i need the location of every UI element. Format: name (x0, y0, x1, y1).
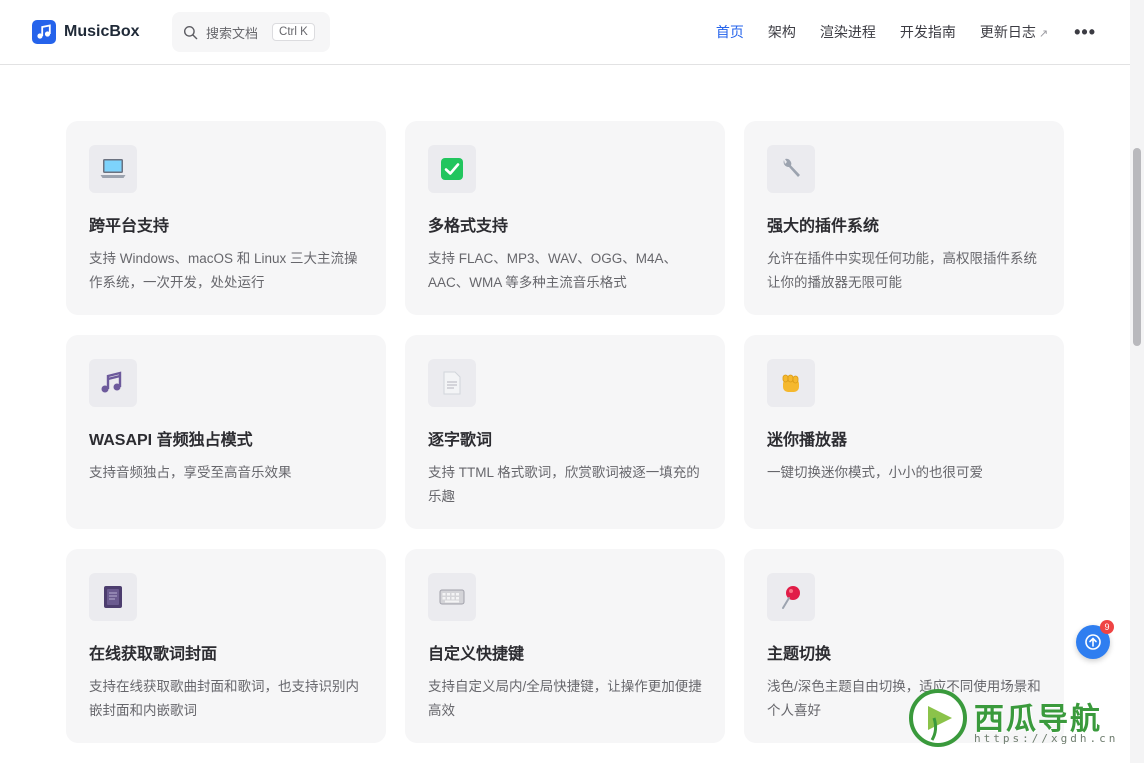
feature-card[interactable]: 逐字歌词 支持 TTML 格式歌词，欣赏歌词被逐一填充的乐趣 (405, 335, 725, 529)
search-button[interactable]: 搜索文档 Ctrl K (172, 12, 330, 52)
nav-item-changelog-label: 更新日志 (979, 24, 1036, 40)
nav-item-changelog[interactable]: 更新日志 ↗ (980, 22, 1048, 42)
laptop-icon (89, 145, 137, 193)
feature-title: 主题切换 (767, 646, 832, 663)
feature-card[interactable]: WASAPI 音频独占模式 支持音频独占，享受至高音乐效果 (66, 335, 386, 529)
feature-description: 支持音频独占，享受至高音乐效果 (89, 465, 292, 480)
upload-icon (1085, 634, 1101, 650)
search-icon (183, 25, 198, 39)
feature-description: 支持在线获取歌曲封面和歌词，也支持识别内嵌封面和内嵌歌词 (89, 679, 359, 718)
feature-description: 一键切换迷你模式，小小的也很可爱 (767, 465, 983, 480)
check-icon (428, 145, 476, 193)
nav-item-dev-guide[interactable]: 开发指南 (900, 22, 956, 42)
nav-menu: 首页 架构 渲染进程 开发指南 更新日志 ↗ ••• (716, 0, 1096, 64)
feature-description: 支持 TTML 格式歌词，欣赏歌词被逐一填充的乐趣 (428, 465, 700, 504)
search-shortcut-hint: Ctrl K (272, 23, 315, 41)
nav-item-home[interactable]: 首页 (716, 22, 744, 42)
watermark-logo (909, 689, 967, 747)
feature-title: 强大的插件系统 (767, 218, 880, 235)
fist-icon (767, 359, 815, 407)
watermark: 西瓜导航 https://xgdh.cn (908, 689, 1134, 750)
feature-title: 多格式支持 (428, 218, 509, 235)
feature-card[interactable]: 多格式支持 支持 FLAC、MP3、WAV、OGG、M4A、AAC、WMA 等多… (405, 121, 725, 315)
document-icon (428, 359, 476, 407)
feature-card[interactable]: 强大的插件系统 允许在插件中实现任何功能，高权限插件系统让你的播放器无限可能 (744, 121, 1064, 315)
watermark-url: https://xgdh.cn (974, 732, 1119, 745)
feature-title: 跨平台支持 (89, 218, 170, 235)
notification-badge: 9 (1100, 620, 1114, 634)
more-horizontal-icon[interactable]: ••• (1074, 22, 1096, 43)
feature-title: 迷你播放器 (767, 432, 848, 449)
keyboard-icon (428, 573, 476, 621)
feature-title: 在线获取歌词封面 (89, 646, 218, 663)
feature-card[interactable]: 迷你播放器 一键切换迷你模式，小小的也很可爱 (744, 335, 1064, 529)
external-link-icon: ↗ (1038, 28, 1049, 40)
feature-title: 自定义快捷键 (428, 646, 525, 663)
notebook-icon (89, 573, 137, 621)
music-notes-icon (89, 359, 137, 407)
feature-description: 允许在插件中实现任何功能，高权限插件系统让你的播放器无限可能 (767, 251, 1037, 290)
wrench-icon (767, 145, 815, 193)
feature-title: 逐字歌词 (428, 432, 493, 449)
music-note-icon (32, 20, 56, 44)
nav-item-renderer-process[interactable]: 渲染进程 (820, 22, 876, 42)
top-navbar: MusicBox 搜索文档 Ctrl K 首页 架构 渲染进程 开发指南 更新日… (0, 0, 1130, 65)
feature-description: 支持 FLAC、MP3、WAV、OGG、M4A、AAC、WMA 等多种主流音乐格… (428, 251, 678, 290)
nav-item-architecture[interactable]: 架构 (768, 22, 796, 42)
scrollbar-thumb[interactable] (1133, 148, 1141, 346)
feature-description: 支持 Windows、macOS 和 Linux 三大主流操作系统，一次开发，处… (89, 251, 358, 290)
feature-card[interactable]: 自定义快捷键 支持自定义局内/全局快捷键，让操作更加便捷高效 (405, 549, 725, 743)
vertical-scrollbar[interactable] (1130, 0, 1144, 763)
feature-description: 支持自定义局内/全局快捷键，让操作更加便捷高效 (428, 679, 702, 718)
brand-name: MusicBox (64, 23, 140, 40)
feature-card[interactable]: 跨平台支持 支持 Windows、macOS 和 Linux 三大主流操作系统，… (66, 121, 386, 315)
feature-card[interactable]: 在线获取歌词封面 支持在线获取歌曲封面和歌词，也支持识别内嵌封面和内嵌歌词 (66, 549, 386, 743)
search-placeholder: 搜索文档 (206, 25, 259, 41)
brand-home-link[interactable]: MusicBox (32, 20, 140, 44)
feature-title: WASAPI 音频独占模式 (89, 432, 253, 449)
pushpin-icon (767, 573, 815, 621)
features-grid: 跨平台支持 支持 Windows、macOS 和 Linux 三大主流操作系统，… (66, 121, 1064, 743)
